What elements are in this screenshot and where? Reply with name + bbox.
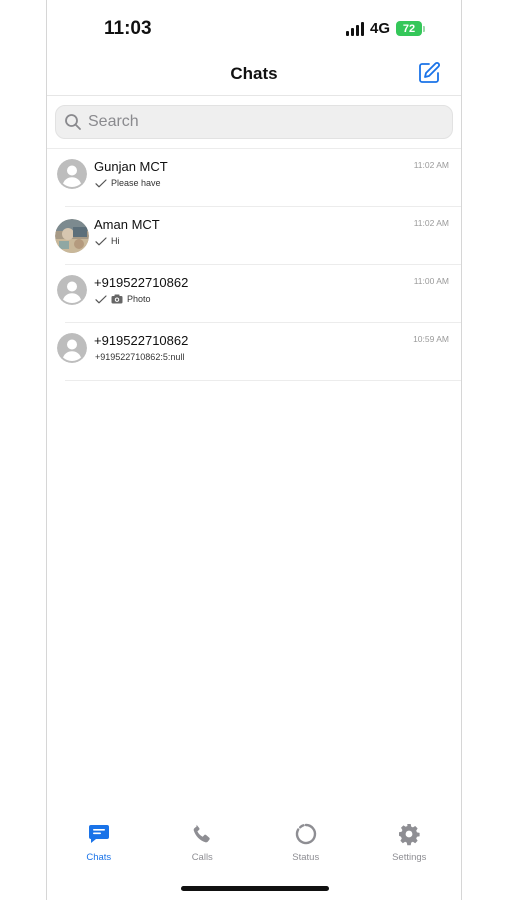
chat-time: 11:00 AM <box>413 276 449 286</box>
status-ring-icon <box>295 823 316 845</box>
chat-list: Gunjan MCT Please have 11:02 AM Aman MCT… <box>47 149 461 381</box>
home-indicator[interactable] <box>181 886 329 891</box>
preview-text: Hi <box>111 236 120 246</box>
phone-screen: 11:03 4G 72 Chats Search Gunjan MCT Plea… <box>46 0 462 900</box>
battery-icon: 72 <box>396 21 425 36</box>
avatar <box>55 219 89 253</box>
chat-row[interactable]: Aman MCT Hi 11:02 AM <box>47 207 461 265</box>
tab-settings[interactable]: Settings <box>358 822 462 870</box>
chat-preview: Please have <box>95 178 161 188</box>
signal-icon <box>345 21 364 36</box>
avatar-placeholder-icon <box>57 333 87 363</box>
gear-icon <box>399 824 420 846</box>
preview-text: Photo <box>127 294 151 304</box>
chat-name: Aman MCT <box>94 217 160 232</box>
tab-bar: Chats Calls Status Settings <box>47 822 461 870</box>
chat-preview: +919522710862:5:null <box>95 352 184 362</box>
compose-button[interactable] <box>417 61 441 85</box>
phone-icon <box>193 824 210 843</box>
chat-time: 10:59 AM <box>413 334 449 344</box>
page-title: Chats <box>230 64 278 83</box>
tab-chats[interactable]: Chats <box>47 822 151 870</box>
chat-row[interactable]: +919522710862 +919522710862:5:null 10:59… <box>47 323 461 381</box>
check-icon <box>95 178 107 187</box>
tab-label: Status <box>292 852 320 863</box>
tab-status[interactable]: Status <box>254 822 358 870</box>
status-time: 11:03 <box>104 18 152 39</box>
camera-icon <box>111 294 123 304</box>
check-icon <box>95 294 107 303</box>
chat-row[interactable]: +919522710862 Photo 11:00 AM <box>47 265 461 323</box>
chat-name: +919522710862 <box>94 333 189 348</box>
chat-bubble-icon <box>88 825 109 843</box>
search-bar[interactable] <box>55 105 453 139</box>
avatar-placeholder-icon <box>57 159 87 189</box>
tab-label: Calls <box>191 852 213 863</box>
chat-time: 11:02 AM <box>413 218 449 228</box>
nav-header: Chats <box>47 58 461 96</box>
battery-level: 72 <box>396 21 422 36</box>
chat-time: 11:02 AM <box>413 160 449 170</box>
preview-text: +919522710862:5:null <box>95 352 185 362</box>
avatar-placeholder-icon <box>57 275 87 305</box>
chat-name: Gunjan MCT <box>94 159 168 174</box>
tab-calls[interactable]: Calls <box>151 822 255 870</box>
chat-row[interactable]: Gunjan MCT Please have 11:02 AM <box>47 149 461 207</box>
status-indicators: 4G 72 <box>345 20 425 37</box>
status-bar: 11:03 4G 72 <box>47 0 461 58</box>
tab-label: Settings <box>392 852 427 863</box>
chat-name: +919522710862 <box>94 275 189 290</box>
chat-preview: Hi <box>95 236 120 246</box>
check-icon <box>95 236 107 245</box>
preview-text: Please have <box>111 178 161 188</box>
tab-label: Chats <box>86 852 112 863</box>
compose-icon <box>419 62 440 83</box>
chat-preview: Photo <box>95 294 151 304</box>
search-icon <box>65 114 81 130</box>
network-type: 4G <box>369 20 390 37</box>
search-input[interactable] <box>88 113 428 131</box>
